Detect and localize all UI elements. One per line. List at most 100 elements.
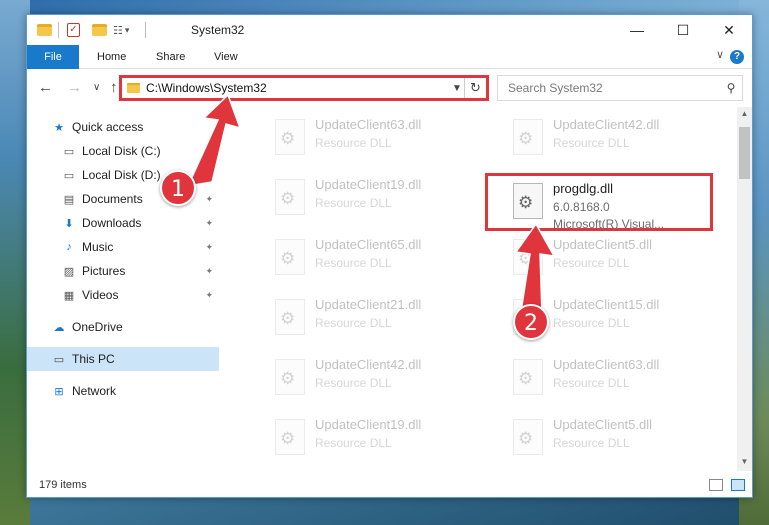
file-type: Resource DLL [553,316,630,330]
back-button[interactable]: ← [38,79,53,96]
file-type: Resource DLL [553,256,630,270]
file-item[interactable]: UpdateClient19.dll Resource DLL [269,175,489,227]
chevron-down-icon[interactable]: ▼ [450,83,464,94]
pin-icon[interactable]: ✦ [205,242,213,253]
file-type: Resource DLL [553,436,630,450]
file-name: UpdateClient42.dll [553,117,660,132]
ribbon-collapse-button[interactable]: ∨ [716,48,724,61]
item-count: 179 items [39,479,87,491]
customize-toolbar-icon[interactable]: ☷ ▾ [113,22,129,38]
cloud-icon: ☁ [53,321,65,334]
scroll-down-icon[interactable]: ▼ [737,457,752,466]
close-button[interactable]: ✕ [706,15,752,45]
file-item[interactable]: UpdateClient63.dll Resource DLL [269,115,489,167]
file-company: Microsoft(R) Visual... [553,217,665,231]
title-bar: ✓ ☷ ▾ System32 — ☐ ✕ [27,15,752,45]
file-name: UpdateClient5.dll [553,237,653,252]
star-icon: ★ [54,121,64,134]
tiles-view-icon[interactable] [731,479,745,491]
sidebar-item[interactable]: ☁ OneDrive [27,315,219,339]
file-item[interactable]: UpdateClient5.dll Resource DLL [507,235,727,287]
sidebar-item[interactable]: ▭ Local Disk (C:) ✦ [27,139,219,163]
file-item[interactable]: UpdateClient65.dll Resource DLL [269,235,489,287]
sidebar-item-label: Network [72,384,117,398]
sidebar-item[interactable]: ⊞ Network [27,379,219,403]
forward-button[interactable]: → [67,79,82,96]
file-item[interactable]: UpdateClient19.dll Resource DLL [269,415,489,467]
maximize-button[interactable]: ☐ [660,15,706,45]
file-name: UpdateClient15.dll [553,297,660,312]
file-item[interactable]: UpdateClient5.dll Resource DLL [507,415,727,467]
file-name: UpdateClient63.dll [315,117,422,132]
minimize-button[interactable]: — [614,15,660,45]
sidebar-item-label: Quick access [72,120,144,134]
file-type: Resource DLL [315,256,392,270]
sidebar-item[interactable]: ★ Quick access [27,115,219,139]
sidebar-item-label: OneDrive [72,320,123,334]
pin-icon[interactable]: ✦ [205,266,213,277]
sidebar-item-label: Music [82,240,114,254]
pin-icon[interactable]: ✦ [205,218,213,229]
tab-home[interactable]: Home [97,45,126,69]
sidebar-item-label: Local Disk (C:) [82,144,161,158]
file-item[interactable]: UpdateClient42.dll Resource DLL [507,115,727,167]
scrollbar-thumb[interactable] [739,127,750,179]
help-icon[interactable]: ? [730,50,744,64]
sidebar-item[interactable]: ▨ Pictures ✦ [27,259,219,283]
properties-icon[interactable]: ✓ [67,22,80,38]
address-bar[interactable]: C:\Windows\System32 ▼ ↻ [119,75,489,101]
new-folder-icon[interactable] [92,22,107,38]
pin-icon[interactable]: ✦ [205,290,213,301]
tab-view[interactable]: View [214,45,238,69]
file-name: UpdateClient42.dll [315,357,422,372]
file-item-highlighted[interactable]: progdlg.dll 6.0.8168.0 Microsoft(R) Visual… [507,179,727,231]
network-icon: ⊞ [54,385,64,398]
file-item[interactable]: UpdateClient21.dll Resource DLL [269,295,489,347]
dll-file-icon [275,419,305,455]
search-placeholder: Search System32 [508,81,603,95]
file-name: UpdateClient19.dll [315,177,422,192]
sidebar-item-label: Documents [82,192,143,206]
navigation-bar: ← → ∨ ↑ C:\Windows\System32 ▼ ↻ Search S… [27,70,752,106]
videos-icon: ▦ [63,289,75,302]
dll-file-icon [275,179,305,215]
dll-file-icon [513,119,543,155]
pin-icon[interactable]: ✦ [205,194,213,205]
file-name: UpdateClient21.dll [315,297,422,312]
dll-file-icon [275,359,305,395]
tab-share[interactable]: Share [156,45,185,69]
step-callout-1: 1 [160,170,196,206]
file-item[interactable]: UpdateClient63.dll Resource DLL [507,355,727,407]
file-item[interactable]: UpdateClient42.dll Resource DLL [269,355,489,407]
dll-file-icon [513,239,543,275]
file-type: Resource DLL [553,136,630,150]
recent-locations-button[interactable]: ∨ [93,82,100,93]
sidebar-item[interactable]: ⬇ Downloads ✦ [27,211,219,235]
file-type: Resource DLL [315,196,392,210]
file-type: Resource DLL [315,316,392,330]
refresh-button[interactable]: ↻ [464,78,486,98]
up-button[interactable]: ↑ [110,79,118,96]
status-bar: 179 items [27,473,752,497]
separator [58,22,59,38]
file-name: progdlg.dll [553,181,613,196]
details-view-icon[interactable] [709,479,723,491]
pin-icon[interactable]: ✦ [205,170,213,181]
address-path[interactable]: C:\Windows\System32 [146,81,450,95]
vertical-scrollbar[interactable]: ▲ ▼ [737,107,752,471]
sidebar-item[interactable]: ▭ This PC [27,347,219,371]
file-type: Resource DLL [315,376,392,390]
sidebar-item[interactable]: ▦ Videos ✦ [27,283,219,307]
search-input[interactable]: Search System32 ⚲ [497,75,743,101]
sidebar-item-label: Local Disk (D:) [82,168,161,182]
tab-file[interactable]: File [27,45,79,69]
dll-file-icon [275,299,305,335]
sidebar-item-label: Pictures [82,264,126,278]
scroll-up-icon[interactable]: ▲ [737,109,752,118]
pin-icon[interactable]: ✦ [205,146,213,157]
disk-icon: ▭ [63,169,75,182]
sidebar-item[interactable]: ♪ Music ✦ [27,235,219,259]
disk-icon: ▭ [63,145,75,158]
download-icon: ⬇ [64,217,74,230]
pictures-icon: ▨ [63,265,75,278]
